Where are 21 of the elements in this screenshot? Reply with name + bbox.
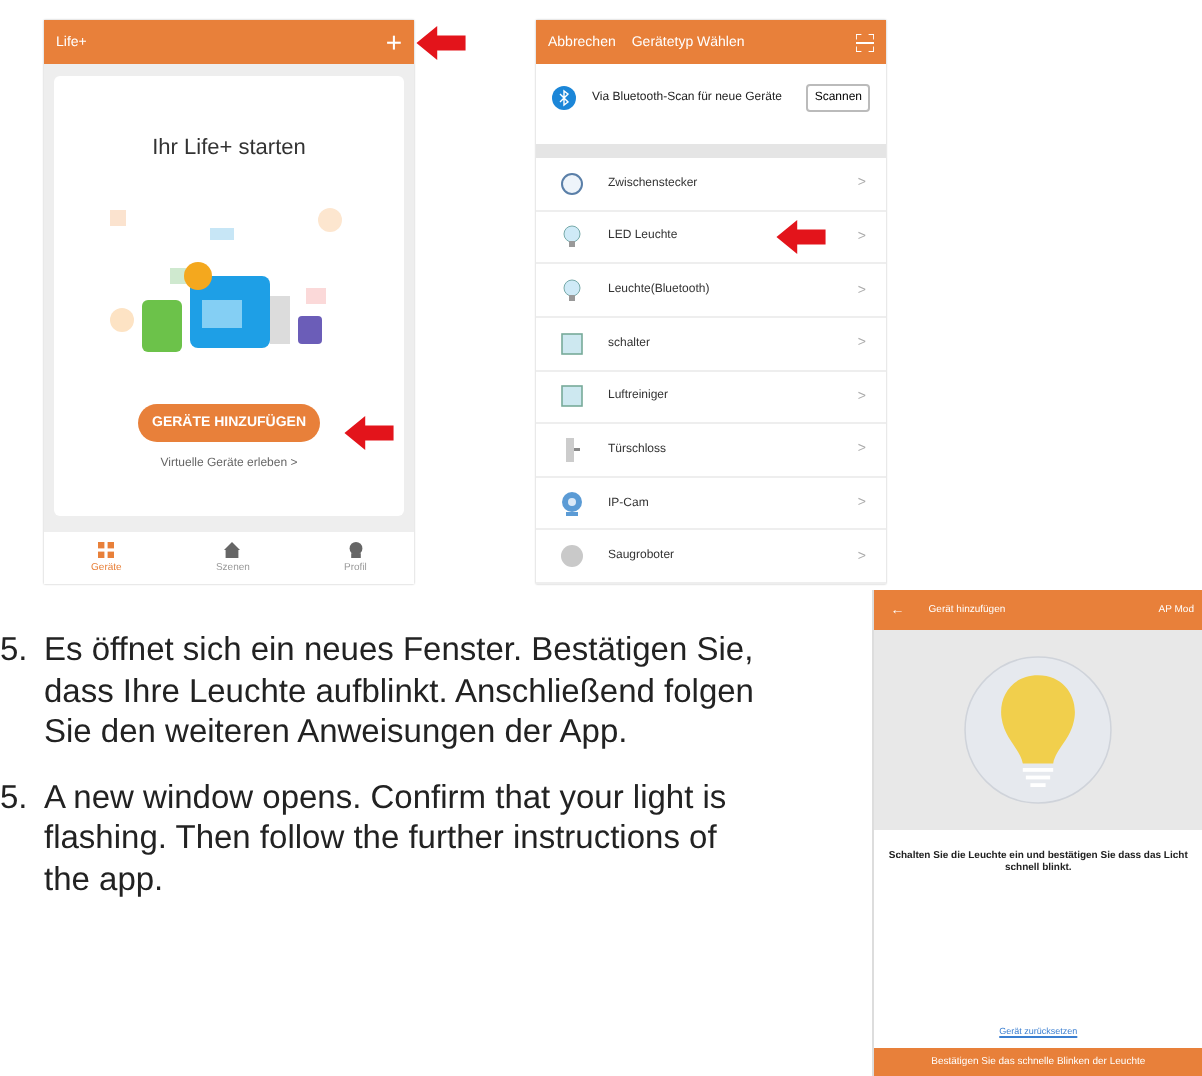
home-icon	[224, 542, 241, 558]
square-device-icon	[560, 331, 584, 356]
bulb-icon	[560, 278, 584, 303]
step-text: A new window opens. Confirm that your light is flashing. Then follow the further instructions of the app.	[44, 777, 729, 900]
scan-icon[interactable]	[856, 33, 874, 51]
disc-icon	[560, 544, 584, 569]
step-text: Es öffnet sich ein neues Fenster. Bestätigen Sie, dass Ihre Leuchte aufblinkt. Anschließend folgen Sie den weiteren Anweisungen der App.	[44, 630, 756, 753]
step-number: 5.	[0, 777, 30, 819]
bluetooth-icon	[552, 86, 576, 110]
bulb-icon	[560, 224, 584, 249]
square-device-icon	[560, 384, 584, 409]
profile-icon	[347, 542, 364, 558]
arrow-icon	[344, 416, 394, 450]
plug-icon	[560, 171, 584, 196]
grid-icon	[98, 542, 115, 558]
start-heading: Ihr Life+ starten	[152, 136, 306, 160]
lock-icon	[560, 437, 584, 462]
arrow-icon	[776, 219, 826, 254]
arrow-icon	[416, 26, 466, 60]
camera-icon	[560, 491, 584, 516]
step-number: 5.	[0, 630, 30, 672]
